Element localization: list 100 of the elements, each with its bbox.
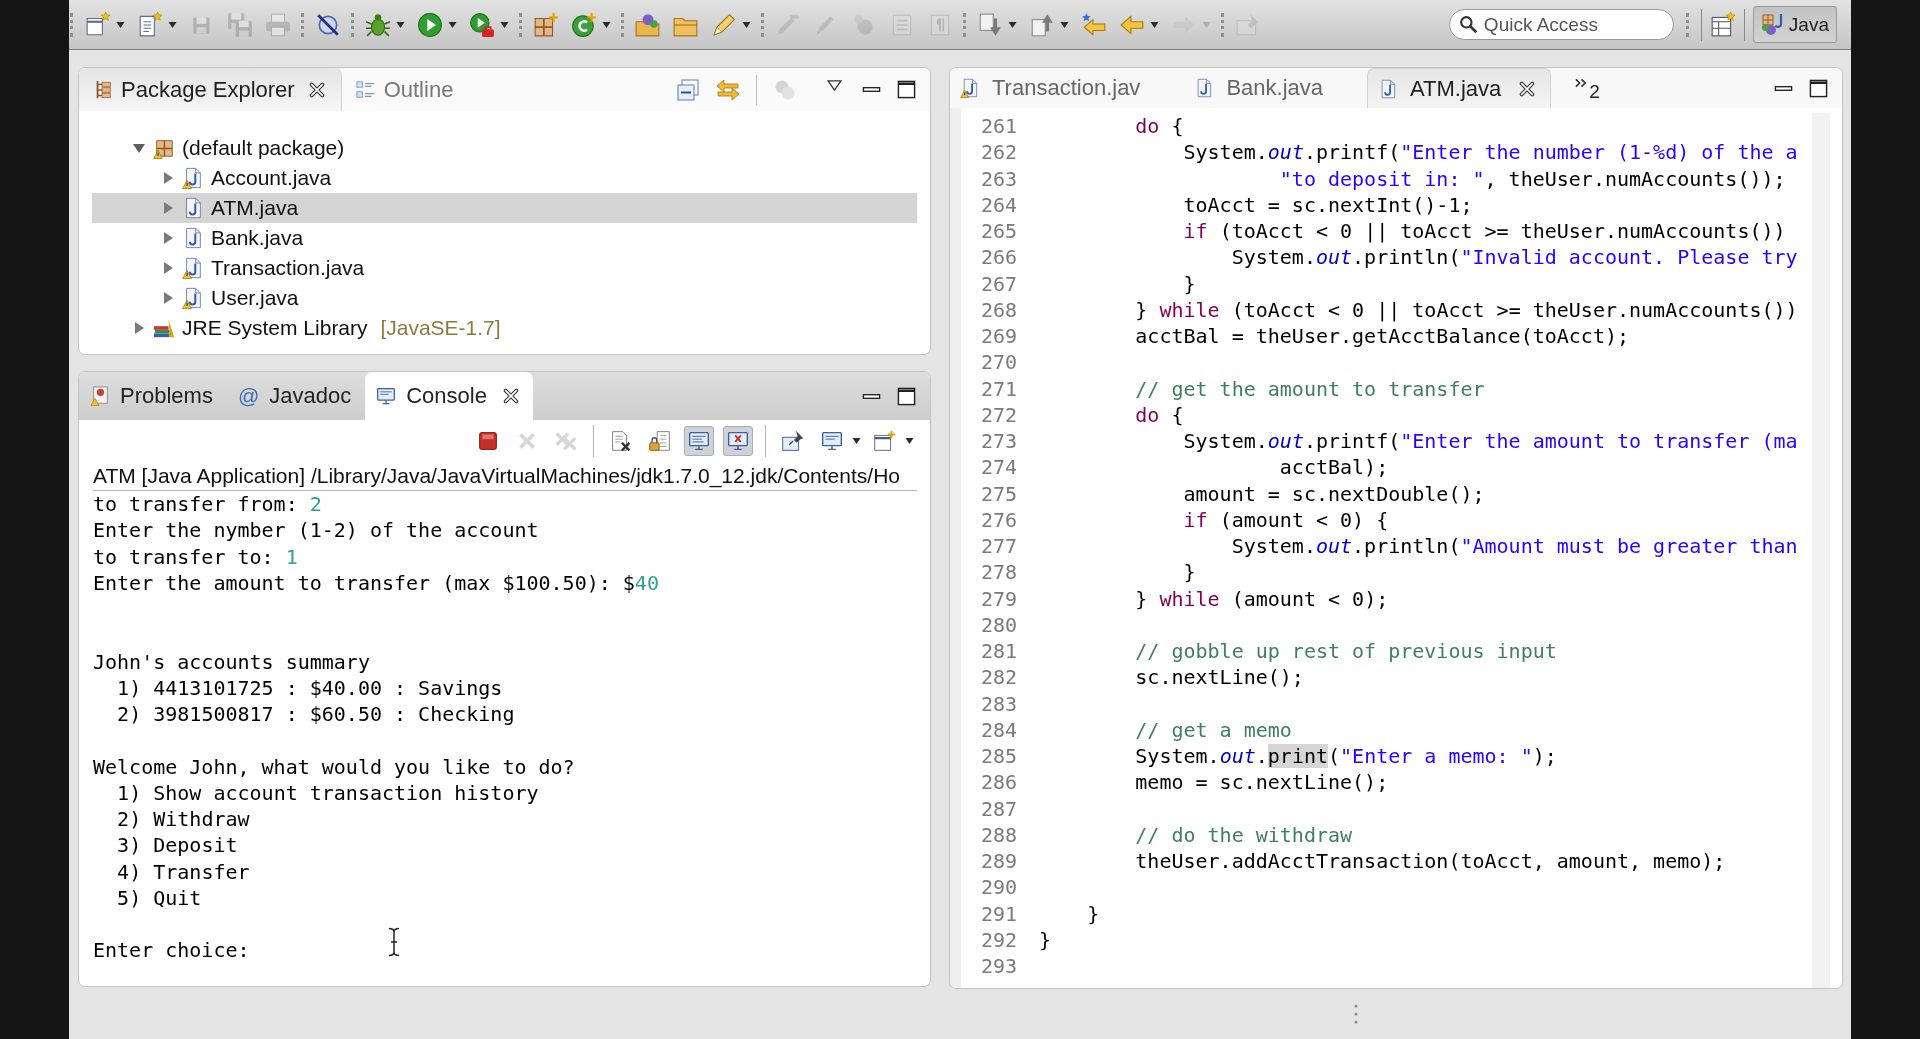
code-line: amount = sc.nextDouble(); [1183, 481, 1485, 506]
caret-icon[interactable] [905, 438, 914, 444]
tree-item[interactable]: (default package) [132, 133, 345, 163]
code-line: } [1087, 901, 1100, 926]
maximize-icon[interactable] [1809, 78, 1828, 98]
caret-icon[interactable] [500, 21, 509, 28]
console-line: John's accounts summary [93, 649, 370, 674]
disclosure-triangle-icon[interactable] [132, 321, 146, 335]
disclosure-triangle-icon[interactable] [161, 291, 175, 305]
more-tabs-button[interactable]: 2 [1551, 68, 1606, 108]
code-line: do { [1135, 114, 1184, 138]
play-toolbox-icon[interactable] [469, 11, 495, 38]
view-menu-icon[interactable] [827, 80, 842, 91]
line-number: 287 [979, 795, 1018, 822]
tree-item[interactable]: JRE System Library [JavaSE-1.7] [132, 313, 501, 343]
table-star-icon[interactable] [1709, 11, 1736, 38]
code-line: acctBal); [1279, 455, 1389, 480]
view-tab[interactable]: @ Javadoc [226, 372, 366, 420]
editor-tab[interactable]: ATM.java [1367, 68, 1552, 108]
line-number: 271 [979, 375, 1018, 402]
line-number: 284 [979, 716, 1018, 743]
line-number: 275 [979, 480, 1018, 507]
drag-handle-icon[interactable] [1354, 1003, 1358, 1025]
line-number: 265 [979, 218, 1018, 245]
code-line: if (toAcct < 0 || toAcct >= theUser.numAccounts()) [1183, 219, 1786, 243]
maximize-icon[interactable] [897, 80, 916, 99]
caret-icon[interactable] [1008, 21, 1017, 28]
disclosure-triangle-icon[interactable] [161, 201, 175, 215]
line-number: 273 [979, 428, 1018, 455]
page-arrow-down-icon[interactable] [977, 11, 1003, 38]
tree-item[interactable]: Transaction.java [161, 253, 365, 283]
monitor-x-icon[interactable] [723, 426, 753, 456]
minimize-icon[interactable] [1774, 83, 1793, 93]
view-tab[interactable]: Problems [79, 372, 227, 420]
new-page-star-icon[interactable] [137, 11, 163, 38]
close-icon[interactable] [1519, 80, 1536, 97]
caret-icon[interactable] [168, 21, 177, 28]
circle-plus-icon[interactable] [571, 11, 597, 38]
line-number: 262 [979, 139, 1018, 166]
line-number: 264 [979, 191, 1018, 218]
line-number: 285 [979, 743, 1018, 770]
disclosure-triangle-icon[interactable] [161, 171, 175, 185]
bug-icon[interactable] [365, 11, 391, 38]
arrow-left-star-icon[interactable] [1081, 11, 1107, 38]
disclosure-triangle-icon[interactable] [161, 261, 175, 275]
play-icon[interactable] [417, 11, 443, 38]
tree-item[interactable]: Account.java [161, 163, 332, 193]
collapse-all-icon[interactable] [676, 77, 700, 102]
editor-tab[interactable]: Transaction.jav [950, 68, 1185, 108]
code-line: toAcct = sc.nextInt()-1; [1183, 192, 1473, 217]
minimize-icon[interactable] [862, 85, 881, 94]
process-label: ATM [Java Application] /Library/Java/JavaVirtualMachines/jdk1.7.0_12.jdk/Contents/Ho [93, 464, 900, 488]
page-arrow-up-icon[interactable] [1029, 11, 1055, 38]
disclosure-triangle-icon[interactable] [161, 231, 175, 245]
code-line: System.out.println("Invalid account. Please try [1231, 245, 1798, 270]
double-chevron-icon [1575, 78, 1589, 88]
tree-item[interactable]: ATM.java [92, 193, 917, 223]
two-arrows-icon[interactable] [716, 77, 740, 102]
console-line: 1) 4413101725 : $40.00 : Savings [117, 675, 503, 700]
view-tab[interactable]: Package Explorer [79, 68, 342, 111]
tree-item[interactable]: Bank.java [161, 223, 304, 253]
code-line: theUser.addAcctTransaction(toAcct, amount, memo); [1135, 849, 1726, 873]
tree-item[interactable]: User.java [161, 283, 299, 313]
grid-box-plus-icon[interactable] [533, 11, 559, 38]
caret-icon[interactable] [602, 21, 611, 28]
editor-tab[interactable]: Bank.java [1184, 68, 1367, 108]
document-alert-icon [90, 386, 110, 406]
disclosure-triangle-icon[interactable] [132, 141, 146, 155]
perspective-button[interactable]: Java [1752, 6, 1837, 43]
minimize-icon[interactable] [862, 391, 881, 401]
code-line: } [1039, 927, 1052, 952]
outline-icon [355, 79, 376, 100]
close-icon[interactable] [502, 388, 519, 404]
line-number: 276 [979, 506, 1018, 533]
caret-icon[interactable] [116, 21, 125, 28]
line-number: 283 [979, 690, 1018, 717]
code-line: System.out.printf("Enter the number (1-%d) of the a [1183, 140, 1798, 165]
text-cursor-icon [387, 927, 401, 957]
caret-icon[interactable] [742, 21, 751, 28]
code-line: memo = sc.nextLine(); [1135, 770, 1389, 795]
line-number: 272 [979, 401, 1018, 428]
close-icon[interactable] [308, 81, 325, 98]
line-number: 286 [979, 769, 1018, 796]
new-window-star-icon[interactable] [85, 11, 111, 38]
caret-icon[interactable] [448, 21, 457, 28]
line-number: 274 [979, 454, 1018, 481]
code-line: acctBal = theUser.getAcctBalance(toAcct); [1135, 324, 1629, 348]
quick-access-field[interactable]: Quick Access [1448, 9, 1674, 40]
pencil-icon[interactable] [711, 11, 737, 38]
view-tab[interactable]: Console [365, 372, 533, 420]
caret-icon[interactable] [396, 21, 405, 28]
line-number: 292 [979, 926, 1018, 953]
view-tab[interactable]: Outline [341, 68, 470, 111]
monitor-lines-icon[interactable] [684, 426, 714, 456]
caret-icon[interactable] [852, 438, 861, 444]
caret-icon[interactable] [1060, 21, 1069, 28]
folder-blob-icon[interactable] [635, 11, 661, 38]
maximize-icon[interactable] [897, 386, 916, 406]
console-line: 2) 3981500817 : $60.50 : Checking [117, 702, 515, 726]
caret-icon[interactable] [1150, 21, 1159, 28]
